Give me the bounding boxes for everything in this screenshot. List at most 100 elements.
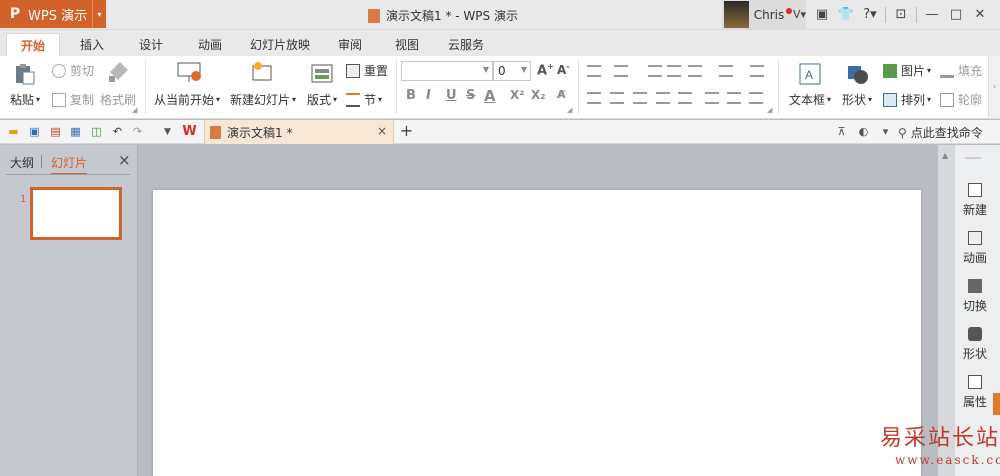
share-icon[interactable]: ▾ <box>878 124 893 139</box>
print-preview-icon[interactable]: ◫ <box>89 124 104 139</box>
text-direction-icon[interactable] <box>688 65 702 77</box>
undo-icon[interactable]: ↶ <box>110 124 125 139</box>
collapse-ribbon-icon[interactable]: ⊼ <box>834 124 849 139</box>
bold-button[interactable]: B <box>406 88 416 103</box>
copy-button[interactable]: 复制 <box>52 91 94 108</box>
font-launcher-icon[interactable]: ◢ <box>567 106 572 114</box>
save-icon[interactable]: ▣ <box>27 124 42 139</box>
drag-handle-icon[interactable] <box>965 157 981 159</box>
command-search[interactable]: ⚲ 点此查找命令 <box>898 124 983 141</box>
clipboard-launcher-icon[interactable]: ◢ <box>132 106 137 114</box>
italic-button[interactable]: I <box>426 88 431 103</box>
line-spacing-icon[interactable] <box>705 92 719 104</box>
slide-editor[interactable] <box>153 190 921 476</box>
new-tab-button[interactable]: + <box>399 121 414 140</box>
help-icon[interactable]: ?▾ <box>858 0 882 29</box>
close-tab-icon[interactable]: × <box>377 124 387 138</box>
ribbon-scroll-right-icon[interactable]: › <box>988 56 1000 118</box>
superscript-button[interactable]: X² <box>510 88 525 102</box>
wps-home-icon[interactable]: W <box>182 124 197 139</box>
shape-button[interactable]: 形状 ▾ <box>842 91 872 108</box>
export-pdf-icon[interactable]: ▤ <box>48 124 63 139</box>
chevron-down-icon[interactable]: ▼ <box>483 65 489 74</box>
task-transition[interactable]: 切换 <box>955 279 995 314</box>
align-center-icon[interactable] <box>610 92 624 104</box>
tab-slides[interactable]: 幻灯片 <box>51 154 88 175</box>
print-icon[interactable]: ▦ <box>68 124 83 139</box>
picture-button[interactable]: 图片 ▾ <box>883 62 931 79</box>
distribute-icon[interactable] <box>678 92 692 104</box>
textbox-button[interactable]: 文本框 ▾ <box>789 91 831 108</box>
subscript-button[interactable]: X₂ <box>531 88 546 102</box>
dropdown-icon: ▾ <box>868 95 873 104</box>
open-folder-icon[interactable]: ▬ <box>6 124 21 139</box>
paragraph-launcher-icon[interactable]: ◢ <box>767 106 772 114</box>
font-size-combo[interactable]: 0 ▼ <box>493 61 531 81</box>
from-current-button[interactable]: 从当前开始 ▾ <box>154 91 220 108</box>
tab-animation[interactable]: 动画 <box>192 33 228 56</box>
minimize-button[interactable]: — <box>920 0 944 29</box>
customize-dropdown-icon[interactable]: ▼ <box>160 124 175 139</box>
decrease-font-icon[interactable]: A- <box>557 62 570 77</box>
slide-thumbnail[interactable] <box>30 187 122 240</box>
restore-layout-icon[interactable]: ⊡ <box>889 0 913 29</box>
maximize-button[interactable]: □ <box>944 0 968 29</box>
task-animation[interactable]: 动画 <box>955 231 995 266</box>
task-shape[interactable]: 形状 <box>955 327 995 362</box>
redo-icon[interactable]: ↷ <box>130 124 145 139</box>
align-left-icon[interactable] <box>587 92 601 104</box>
outline-button[interactable]: 轮廓 <box>940 91 982 108</box>
comment-icon[interactable]: ◐ <box>856 124 871 139</box>
tab-view[interactable]: 视图 <box>389 33 425 56</box>
shirt-icon[interactable]: 👕 <box>834 0 858 29</box>
task-properties[interactable]: 属性 <box>955 375 995 410</box>
align-text-icon[interactable] <box>719 65 733 77</box>
tab-outline[interactable]: 大纲 <box>10 154 34 171</box>
paste-dropdown-icon: ▾ <box>36 95 41 104</box>
convert-smartart-icon[interactable] <box>750 65 764 77</box>
layout-button[interactable]: 版式 ▾ <box>307 91 337 108</box>
increase-font-icon[interactable]: A+ <box>537 62 554 78</box>
document-tab[interactable]: 演示文稿1 * × <box>204 120 394 144</box>
scroll-up-icon[interactable]: ▲ <box>942 151 948 160</box>
clear-format-icon[interactable]: A̸ <box>557 88 566 101</box>
section-button[interactable]: 节 ▾ <box>346 91 382 108</box>
columns-icon[interactable] <box>749 92 763 104</box>
numbering-icon[interactable] <box>614 65 628 77</box>
chevron-down-icon[interactable]: ▼ <box>521 65 527 74</box>
decrease-indent-icon[interactable] <box>648 65 662 77</box>
app-menu-button[interactable]: P WPS 演示 ▾ <box>0 0 106 28</box>
underline-button[interactable]: U <box>446 88 457 103</box>
tab-review[interactable]: 审阅 <box>332 33 368 56</box>
bullets-icon[interactable] <box>587 65 601 77</box>
skin-icon[interactable]: ▣ <box>810 0 834 29</box>
close-pane-icon[interactable]: × <box>118 151 131 169</box>
align-right-icon[interactable] <box>633 92 647 104</box>
paste-label: 粘贴 <box>10 93 35 107</box>
user-dropdown-icon[interactable]: V▾ <box>793 8 806 21</box>
cut-button[interactable]: 剪切 <box>52 62 94 79</box>
avatar[interactable] <box>724 1 749 28</box>
close-window-button[interactable]: ✕ <box>968 0 992 29</box>
dropdown-icon: ▾ <box>333 95 338 104</box>
tab-home[interactable]: 开始 <box>6 33 60 56</box>
justify-icon[interactable] <box>656 92 670 104</box>
task-new[interactable]: 新建 <box>955 183 995 218</box>
paste-button[interactable]: 粘贴 ▾ <box>10 91 40 108</box>
increase-indent-icon[interactable] <box>667 65 681 77</box>
reset-button[interactable]: 重置 <box>346 62 388 79</box>
tab-cloud[interactable]: 云服务 <box>445 33 487 56</box>
tab-design[interactable]: 设计 <box>133 33 169 56</box>
font-name-combo[interactable]: ▼ <box>401 61 493 81</box>
app-menu-dropdown-icon[interactable]: ▾ <box>92 0 106 28</box>
tab-insert[interactable]: 插入 <box>74 33 110 56</box>
user-account[interactable]: Chris V▾ <box>722 0 806 29</box>
font-color-button[interactable]: A <box>484 87 496 105</box>
tab-slideshow[interactable]: 幻灯片放映 <box>249 33 311 56</box>
arrange-button[interactable]: 排列 ▾ <box>883 91 931 108</box>
fill-button[interactable]: 填充 <box>940 62 982 79</box>
format-painter-button[interactable]: 格式刷 <box>100 91 136 108</box>
new-slide-button[interactable]: 新建幻灯片 ▾ <box>230 91 296 108</box>
paragraph-spacing-icon[interactable] <box>727 92 741 104</box>
strikethrough-button[interactable]: S <box>466 88 475 103</box>
